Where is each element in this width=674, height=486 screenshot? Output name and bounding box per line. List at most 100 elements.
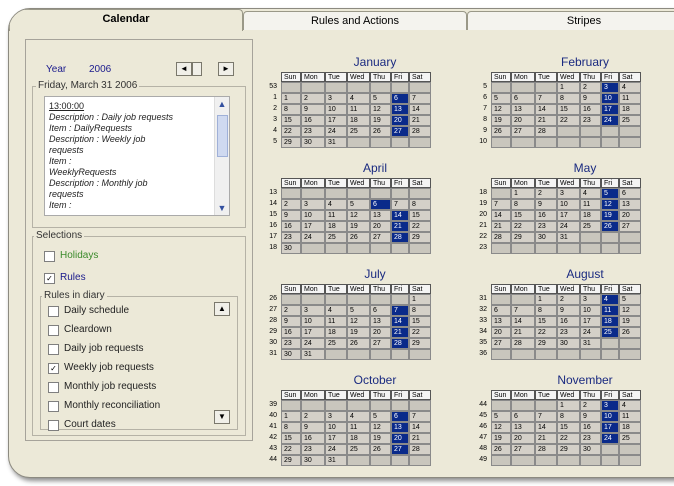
day-cell[interactable] [370,243,391,254]
day-cell[interactable] [347,294,370,305]
day-cell[interactable]: 18 [619,422,641,433]
day-cell[interactable] [491,188,511,199]
day-cell[interactable]: 22 [557,115,580,126]
day-cell[interactable]: 2 [580,82,601,93]
day-cell[interactable] [370,400,391,411]
day-cell[interactable] [301,294,325,305]
scroll-up-icon[interactable]: ▲ [216,98,228,110]
day-cell[interactable]: 24 [557,221,580,232]
day-cell[interactable]: 7 [409,411,431,422]
day-cell[interactable]: 7 [409,93,431,104]
day-cell[interactable]: 21 [535,115,557,126]
day-cell[interactable]: 1 [511,188,535,199]
day-cell[interactable]: 9 [557,305,580,316]
day-cell[interactable]: 25 [325,232,347,243]
day-cell[interactable] [347,349,370,360]
day-cell[interactable]: 12 [491,422,511,433]
day-cell[interactable] [347,455,370,466]
day-cell[interactable] [391,82,409,93]
day-cell[interactable] [325,188,347,199]
day-cell[interactable]: 28 [391,338,409,349]
day-cell[interactable]: 18 [325,327,347,338]
day-cell[interactable] [619,349,641,360]
day-cell[interactable]: 10 [601,411,619,422]
day-cell[interactable]: 28 [391,232,409,243]
day-cell[interactable] [301,400,325,411]
day-cell[interactable]: 15 [557,422,580,433]
day-cell[interactable]: 25 [325,338,347,349]
day-cell[interactable]: 7 [391,199,409,210]
day-cell[interactable] [580,455,601,466]
day-cell[interactable] [535,82,557,93]
day-cell[interactable]: 3 [601,400,619,411]
day-cell[interactable] [370,455,391,466]
day-cell[interactable] [409,188,431,199]
diary-checkbox[interactable] [48,382,59,393]
tab-calendar[interactable]: Calendar [9,9,243,31]
day-cell[interactable] [511,400,535,411]
day-cell[interactable]: 4 [619,400,641,411]
day-cell[interactable] [511,137,535,148]
day-cell[interactable] [301,82,325,93]
day-cell[interactable]: 10 [601,93,619,104]
day-cell[interactable]: 23 [535,221,557,232]
day-cell[interactable]: 8 [511,199,535,210]
day-cell[interactable] [535,455,557,466]
day-cell[interactable]: 30 [557,338,580,349]
day-cell[interactable]: 26 [347,338,370,349]
day-cell[interactable]: 28 [409,126,431,137]
day-cell[interactable]: 17 [601,104,619,115]
day-cell[interactable]: 15 [557,104,580,115]
day-cell[interactable] [491,294,511,305]
day-cell[interactable]: 3 [557,188,580,199]
day-cell[interactable]: 7 [491,199,511,210]
day-cell[interactable]: 23 [301,126,325,137]
day-cell[interactable]: 7 [535,411,557,422]
day-cell[interactable] [325,82,347,93]
day-cell[interactable]: 22 [557,433,580,444]
day-cell[interactable] [325,349,347,360]
day-cell[interactable]: 8 [409,305,431,316]
day-cell[interactable] [580,232,601,243]
day-cell[interactable]: 27 [511,126,535,137]
day-cell[interactable]: 14 [409,422,431,433]
day-cell[interactable]: 13 [491,316,511,327]
day-cell[interactable] [409,82,431,93]
day-cell[interactable]: 2 [301,93,325,104]
day-cell[interactable]: 16 [281,327,301,338]
day-cell[interactable]: 12 [601,199,619,210]
day-cell[interactable]: 12 [370,104,391,115]
day-cell[interactable] [347,188,370,199]
tab-rules-and-actions[interactable]: Rules and Actions [243,11,467,30]
day-cell[interactable]: 13 [391,104,409,115]
day-cell[interactable] [535,137,557,148]
day-cell[interactable]: 29 [557,444,580,455]
day-cell[interactable]: 1 [535,294,557,305]
day-cell[interactable]: 21 [409,115,431,126]
day-cell[interactable] [491,137,511,148]
tab-stripes[interactable]: Stripes [467,11,674,30]
day-cell[interactable]: 31 [580,338,601,349]
day-cell[interactable]: 24 [325,444,347,455]
day-cell[interactable]: 12 [347,316,370,327]
day-cell[interactable]: 2 [281,305,301,316]
scroll-thumb[interactable] [217,115,228,157]
day-cell[interactable]: 20 [511,115,535,126]
day-cell[interactable]: 9 [301,104,325,115]
day-cell[interactable] [557,455,580,466]
day-cell[interactable]: 23 [301,444,325,455]
day-cell[interactable]: 29 [409,338,431,349]
day-cell[interactable]: 22 [535,327,557,338]
day-cell[interactable]: 6 [511,93,535,104]
day-cell[interactable]: 9 [301,422,325,433]
day-cell[interactable]: 6 [370,305,391,316]
day-cell[interactable]: 2 [580,400,601,411]
day-cell[interactable] [491,349,511,360]
day-cell[interactable]: 10 [301,316,325,327]
notes-scrollbar[interactable]: ▲ ▼ [214,97,229,215]
day-cell[interactable] [409,455,431,466]
day-cell[interactable]: 19 [491,115,511,126]
day-cell[interactable]: 5 [370,93,391,104]
day-cell[interactable]: 11 [601,305,619,316]
day-cell[interactable]: 21 [535,433,557,444]
